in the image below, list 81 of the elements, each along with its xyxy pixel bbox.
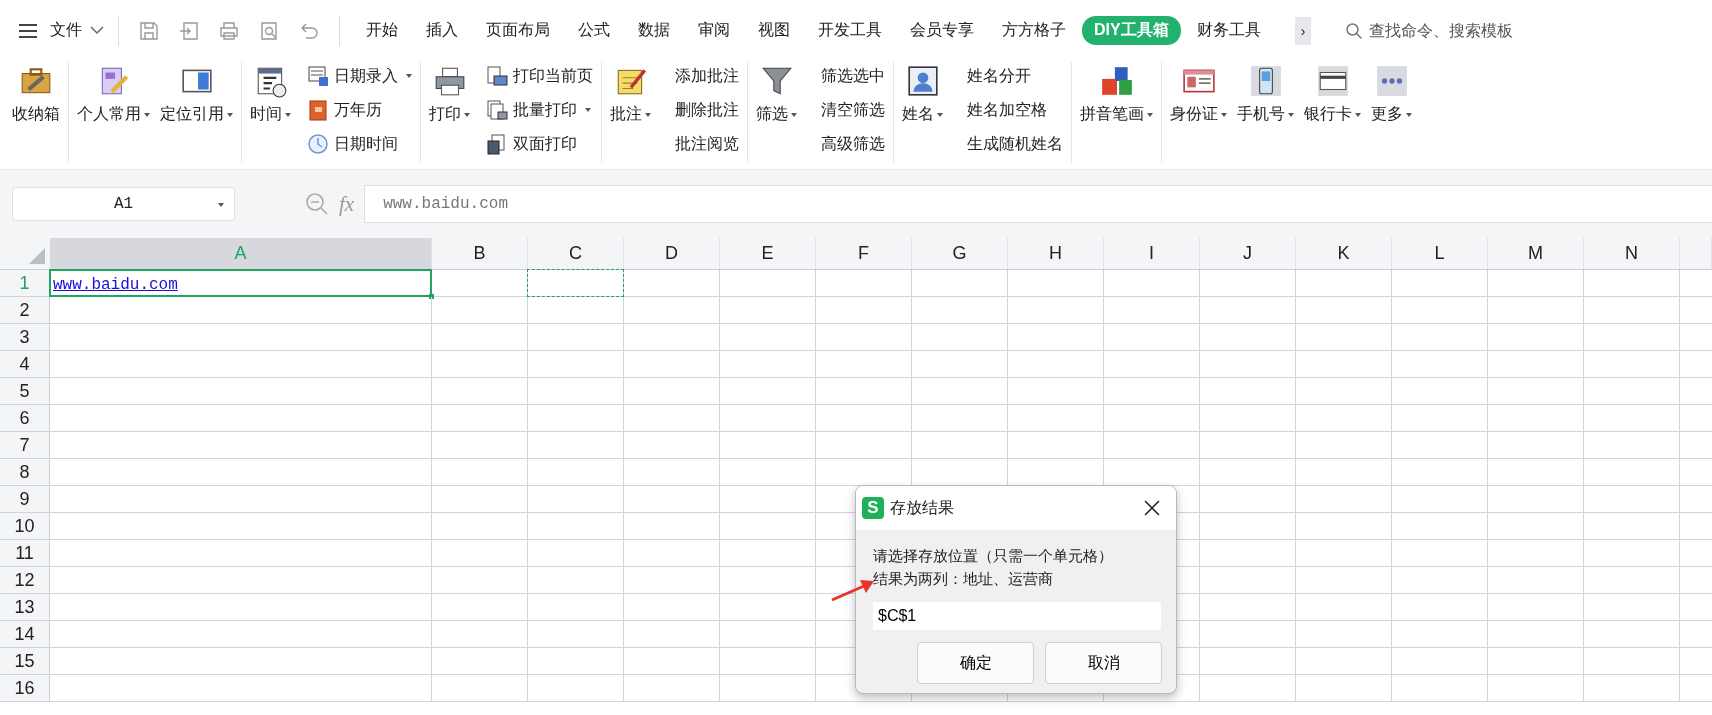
column-header[interactable]: I: [1104, 238, 1200, 269]
ribbon-tab[interactable]: 插入: [414, 16, 470, 45]
ribbon-button[interactable]: 拼音笔画: [1080, 62, 1153, 169]
row-header[interactable]: 15: [0, 648, 50, 674]
file-menu[interactable]: 文件: [50, 20, 82, 41]
column-header[interactable]: L: [1392, 238, 1488, 269]
ribbon-tab[interactable]: 审阅: [686, 16, 742, 45]
ribbon-button[interactable]: 万年历: [307, 96, 412, 124]
column-header[interactable]: G: [912, 238, 1008, 269]
app-logo: S: [862, 497, 884, 519]
ribbon-button[interactable]: 定位引用: [160, 62, 233, 169]
active-cell[interactable]: www.baidu.com: [49, 269, 432, 297]
ribbon-button[interactable]: 银行卡: [1304, 62, 1361, 169]
ribbon-button[interactable]: 日期录入: [307, 62, 412, 90]
row-header[interactable]: 5: [0, 378, 50, 404]
row-header[interactable]: 4: [0, 351, 50, 377]
column-header[interactable]: K: [1296, 238, 1392, 269]
ribbon-tab[interactable]: 视图: [746, 16, 802, 45]
search-field[interactable]: 查找命令、搜索模板: [1367, 20, 1572, 41]
ribbon-button[interactable]: 批量打印: [486, 96, 593, 124]
row-header[interactable]: 16: [0, 675, 50, 701]
row-header[interactable]: 12: [0, 567, 50, 593]
ribbon-button[interactable]: 姓名分开: [959, 62, 1063, 90]
ribbon-button[interactable]: 打印当前页: [486, 62, 593, 90]
dialog-message: 请选择存放位置（只需一个单元格）: [873, 546, 1114, 566]
row-header[interactable]: 10: [0, 513, 50, 539]
ok-button[interactable]: 确定: [917, 642, 1034, 684]
ribbon-tab[interactable]: 数据: [626, 16, 682, 45]
row-header[interactable]: 11: [0, 540, 50, 566]
ribbon-button[interactable]: 姓名: [902, 62, 943, 169]
column-header[interactable]: C: [528, 238, 624, 269]
ribbon-button[interactable]: 日期时间: [307, 130, 412, 158]
row-header[interactable]: 7: [0, 432, 50, 458]
more-tabs-button[interactable]: ›: [1294, 16, 1312, 45]
column-header[interactable]: B: [432, 238, 528, 269]
dialog-title: 存放结果: [890, 497, 955, 518]
column-header[interactable]: F: [816, 238, 912, 269]
ribbon-button[interactable]: 时间: [250, 62, 291, 169]
formula-field[interactable]: www.baidu.com: [364, 185, 1712, 223]
ribbon-tab[interactable]: 开始: [354, 16, 410, 45]
ribbon-button[interactable]: 更多: [1371, 62, 1412, 169]
ribbon-button[interactable]: 添加批注: [667, 62, 739, 90]
row-header[interactable]: 6: [0, 405, 50, 431]
row-header[interactable]: 14: [0, 621, 50, 647]
ribbon-tab[interactable]: 方方格子: [990, 16, 1078, 45]
cell-reference-field[interactable]: $C$1: [873, 602, 1161, 630]
row-header[interactable]: 13: [0, 594, 50, 620]
dialog-message: 结果为两列：地址、运营商: [873, 569, 1054, 589]
row-header[interactable]: 3: [0, 324, 50, 350]
column-header[interactable]: N: [1584, 238, 1680, 269]
column-header[interactable]: E: [720, 238, 816, 269]
ribbon-button[interactable]: 手机号: [1237, 62, 1294, 169]
column-header[interactable]: J: [1200, 238, 1296, 269]
ribbon-button[interactable]: 批注阅览: [667, 130, 739, 158]
ribbon-button[interactable]: 筛选选中: [813, 62, 885, 90]
ribbon-tab[interactable]: 开发工具: [806, 16, 894, 45]
column-header[interactable]: D: [624, 238, 720, 269]
ribbon-button[interactable]: 删除批注: [667, 96, 739, 124]
hyperlink[interactable]: www.baidu.com: [51, 275, 178, 295]
ribbon-tab[interactable]: 公式: [566, 16, 622, 45]
ribbon-button[interactable]: 生成随机姓名: [959, 130, 1063, 158]
ribbon-button[interactable]: 收纳箱: [12, 62, 60, 169]
ribbon-button[interactable]: 姓名加空格: [959, 96, 1063, 124]
ribbon-button[interactable]: 打印: [429, 62, 470, 169]
column-header[interactable]: M: [1488, 238, 1584, 269]
ribbon-button[interactable]: 高级筛选: [813, 130, 885, 158]
ribbon-tab[interactable]: 会员专享: [898, 16, 986, 45]
row-header[interactable]: 2: [0, 297, 50, 323]
ribbon-tab[interactable]: 页面布局: [474, 16, 562, 45]
ribbon-button[interactable]: 个人常用: [77, 62, 150, 169]
cancel-button[interactable]: 取消: [1045, 642, 1162, 684]
ribbon-button[interactable]: 身份证: [1170, 62, 1227, 169]
ribbon-button[interactable]: 筛选: [756, 62, 797, 169]
ribbon-button[interactable]: 清空筛选: [813, 96, 885, 124]
ribbon-tab[interactable]: 财务工具: [1184, 16, 1273, 45]
row-header[interactable]: 8: [0, 459, 50, 485]
ribbon-button[interactable]: 双面打印: [486, 130, 593, 158]
column-header[interactable]: H: [1008, 238, 1104, 269]
row-header[interactable]: 9: [0, 486, 50, 512]
name-box[interactable]: A1: [12, 187, 235, 221]
ribbon-button[interactable]: 批注: [610, 62, 651, 169]
